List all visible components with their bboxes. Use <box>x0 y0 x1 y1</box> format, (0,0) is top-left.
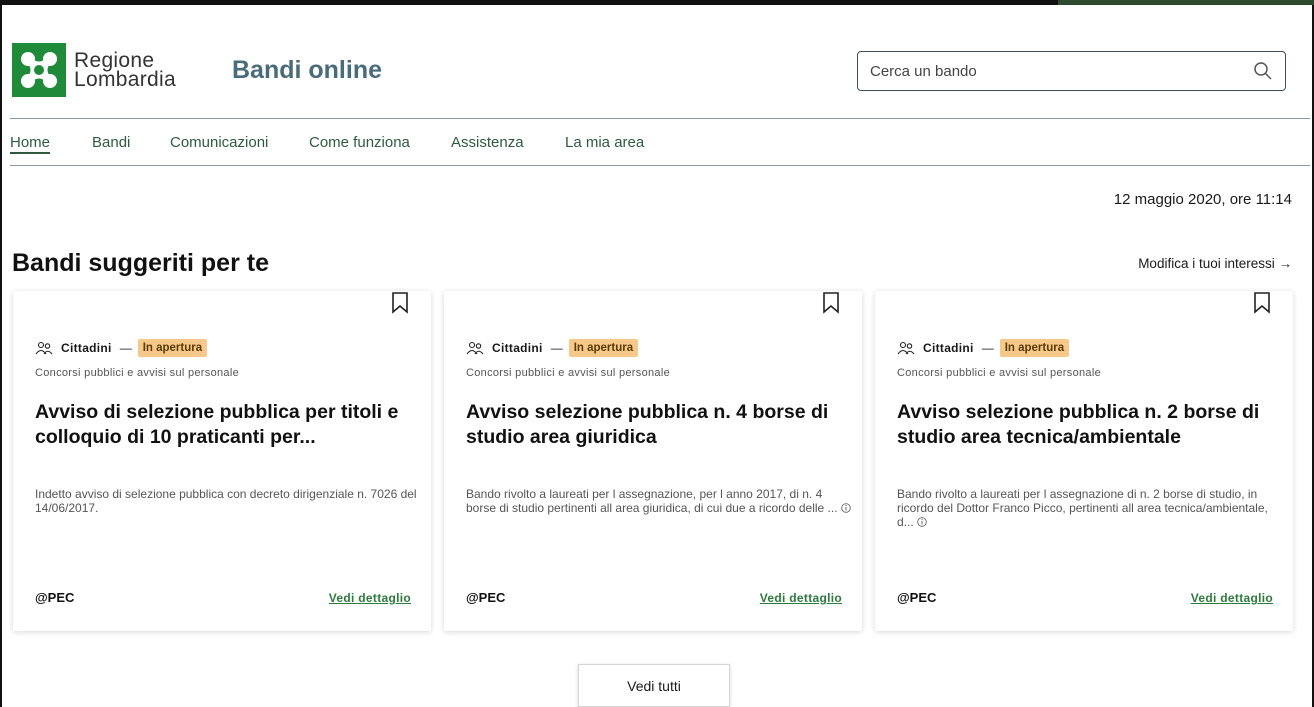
nav-item-come-funziona[interactable]: Come funziona <box>309 134 410 151</box>
detail-link[interactable]: Vedi dettaglio <box>760 591 842 605</box>
audience-label: Cittadini <box>61 341 112 355</box>
rosa-camuna-icon <box>21 52 57 88</box>
nav-item-la-mia-area[interactable]: La mia area <box>565 134 644 151</box>
info-icon[interactable] <box>916 517 927 527</box>
audience-label: Cittadini <box>923 341 974 355</box>
card-description: Indetto avviso di selezione pubblica con… <box>35 487 420 515</box>
bookmark-icon[interactable] <box>822 292 840 314</box>
detail-link[interactable]: Vedi dettaglio <box>329 591 411 605</box>
people-icon <box>897 341 915 355</box>
people-icon <box>35 341 53 355</box>
card-title[interactable]: Avviso di selezione pubblica per titoli … <box>35 400 415 450</box>
card-title[interactable]: Avviso selezione pubblica n. 4 borse di … <box>466 400 846 450</box>
logo-mark-icon <box>12 43 66 97</box>
pec-label: @PEC <box>35 590 75 605</box>
card-description: Bando rivolto a laureati per l assegnazi… <box>466 487 851 515</box>
modify-interests-link[interactable]: Modifica i tuoi interessi → <box>1138 256 1292 271</box>
separator: — <box>119 341 132 355</box>
card-description-text: Bando rivolto a laureati per l assegnazi… <box>466 487 838 515</box>
info-icon[interactable] <box>840 503 851 513</box>
card-description: Bando rivolto a laureati per l assegnazi… <box>897 487 1282 529</box>
card-meta: Cittadini — In apertura <box>35 339 208 357</box>
card-description-text: Indetto avviso di selezione pubblica con… <box>35 487 417 515</box>
separator: — <box>981 341 994 355</box>
logo-line-2: Lombardia <box>74 68 176 91</box>
search-icon[interactable] <box>1253 61 1273 81</box>
status-badge: In apertura <box>568 339 639 357</box>
bando-card[interactable]: Cittadini — In apertura Concorsi pubblic… <box>13 291 431 631</box>
main-nav: Home Bandi Comunicazioni Come funziona A… <box>10 118 1310 166</box>
bando-card[interactable]: Cittadini — In apertura Concorsi pubblic… <box>875 291 1293 631</box>
card-meta: Cittadini — In apertura <box>897 339 1070 357</box>
current-date: 12 maggio 2020, ore 11:14 <box>1113 191 1292 208</box>
status-badge: In apertura <box>137 339 208 357</box>
nav-item-assistenza[interactable]: Assistenza <box>451 134 524 151</box>
app-title[interactable]: Bandi online <box>232 56 382 85</box>
bookmark-icon[interactable] <box>391 292 409 314</box>
search-input[interactable]: Cerca un bando <box>870 63 1253 80</box>
nav-item-comunicazioni[interactable]: Comunicazioni <box>170 134 268 151</box>
card-meta: Cittadini — In apertura <box>466 339 639 357</box>
pec-label: @PEC <box>897 590 937 605</box>
status-badge: In apertura <box>999 339 1070 357</box>
nav-item-home[interactable]: Home <box>10 134 51 154</box>
pec-label: @PEC <box>466 590 506 605</box>
section-title: Bandi suggeriti per te <box>12 249 269 277</box>
card-category: Concorsi pubblici e avvisi sul personale <box>466 367 670 379</box>
bookmark-icon[interactable] <box>1253 292 1271 314</box>
card-title[interactable]: Avviso selezione pubblica n. 2 borse di … <box>897 400 1277 450</box>
separator: — <box>550 341 563 355</box>
audience-label: Cittadini <box>492 341 543 355</box>
card-description-text: Bando rivolto a laureati per l assegnazi… <box>897 487 1268 529</box>
bando-card[interactable]: Cittadini — In apertura Concorsi pubblic… <box>444 291 862 631</box>
detail-link[interactable]: Vedi dettaglio <box>1191 591 1273 605</box>
card-category: Concorsi pubblici e avvisi sul personale <box>897 367 1101 379</box>
search-box[interactable]: Cerca un bando <box>857 51 1286 91</box>
header: Regione Lombardia Bandi online Cerca un … <box>0 5 1314 118</box>
logo-text: Regione Lombardia <box>74 50 176 91</box>
see-all-button[interactable]: Vedi tutti <box>578 664 730 707</box>
card-category: Concorsi pubblici e avvisi sul personale <box>35 367 239 379</box>
nav-item-bandi[interactable]: Bandi <box>92 134 130 151</box>
people-icon <box>466 341 484 355</box>
regione-lombardia-logo[interactable]: Regione Lombardia <box>12 43 176 97</box>
